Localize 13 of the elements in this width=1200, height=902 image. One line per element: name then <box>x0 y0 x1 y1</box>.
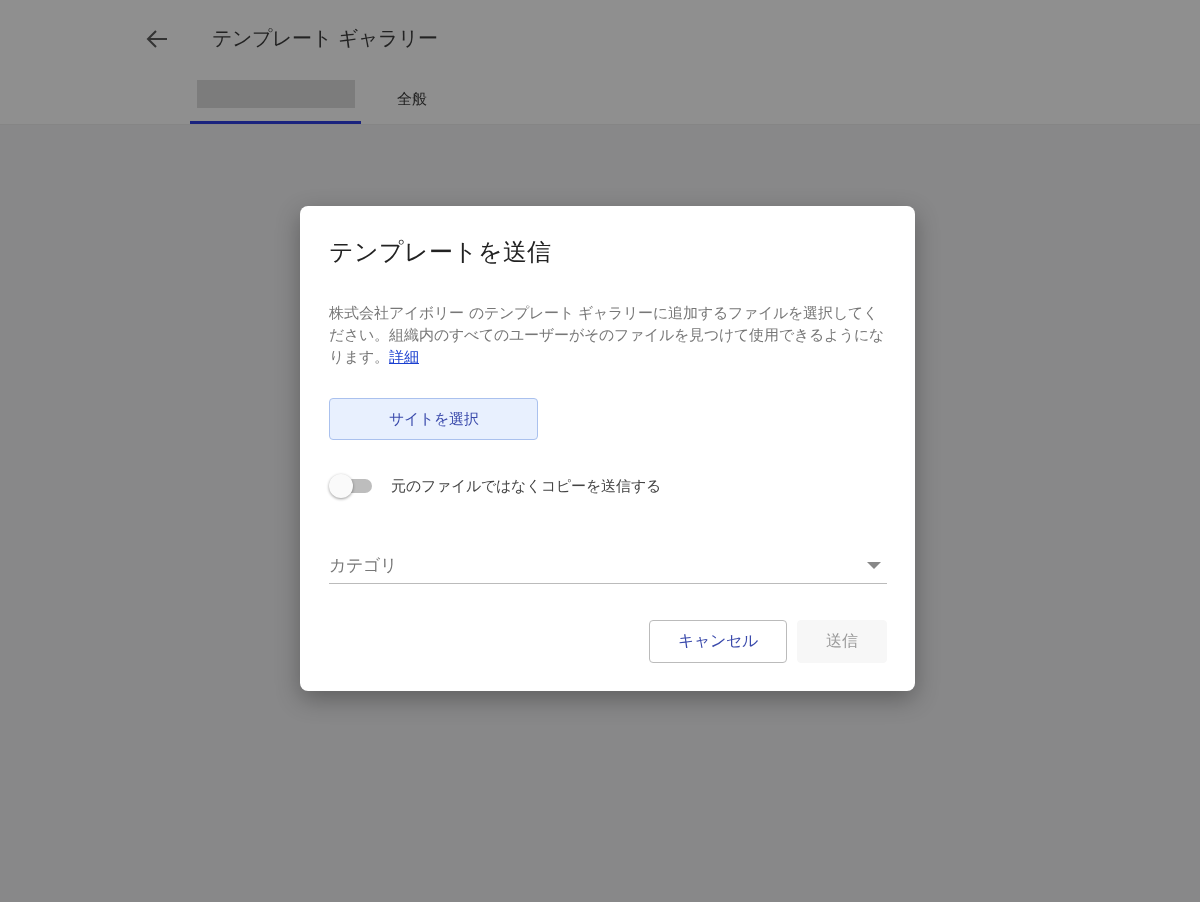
back-arrow-icon[interactable] <box>146 29 168 48</box>
dialog-title: テンプレートを送信 <box>329 237 552 268</box>
tab[interactable]: 全般 <box>361 77 463 124</box>
details-link[interactable]: 詳細 <box>389 349 419 365</box>
cancel-button[interactable]: キャンセル <box>649 620 787 663</box>
toggle-switch[interactable] <box>329 474 372 498</box>
category-dropdown[interactable]: カテゴリ <box>329 548 887 584</box>
tab[interactable] <box>190 77 361 124</box>
description-text: 株式会社アイボリー のテンプレート ギャラリーに追加するファイルを選択してください。組織内のすべてのユーザーがそのファイルを見つけて使用できるようになります。詳細 <box>329 304 885 367</box>
page-title: テンプレート ギャラリー <box>212 25 439 52</box>
toggle-label: 元のファイルではなくコピーを送信する <box>391 476 661 496</box>
dropdown-caret-icon <box>867 561 881 570</box>
select-site-button[interactable]: サイトを選択 <box>329 398 538 440</box>
